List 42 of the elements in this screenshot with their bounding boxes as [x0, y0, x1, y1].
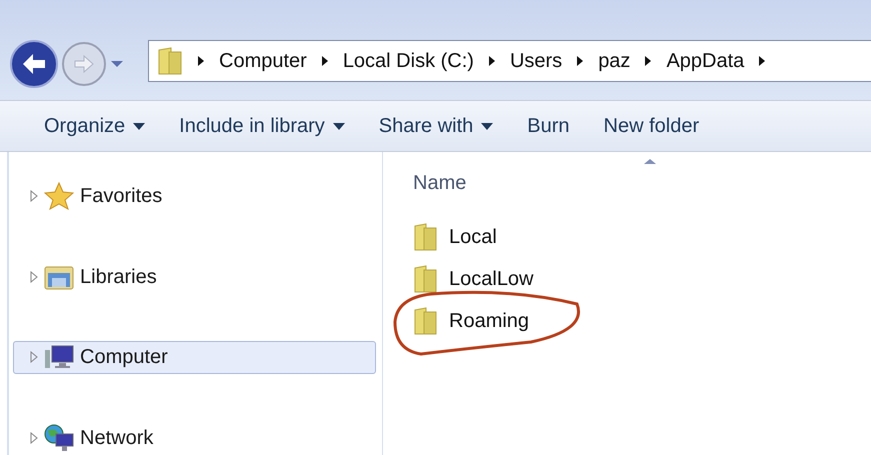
chevron-right-icon[interactable]	[197, 55, 205, 67]
sort-arrow-icon	[643, 158, 657, 165]
back-arrow-icon	[21, 53, 47, 75]
chevron-right-icon[interactable]	[644, 55, 652, 67]
expand-arrow-icon[interactable]	[30, 432, 38, 444]
dropdown-caret-icon[interactable]	[110, 60, 124, 68]
chevron-right-icon[interactable]	[320, 55, 329, 67]
folder-name[interactable]: Local	[449, 222, 497, 252]
expand-arrow-icon[interactable]	[30, 351, 38, 364]
back-button[interactable]	[10, 40, 58, 88]
breadcrumb-item[interactable]: paz	[598, 46, 630, 76]
network-icon	[44, 424, 74, 452]
forward-arrow-icon	[73, 55, 95, 73]
folder-icon	[413, 223, 439, 251]
chevron-right-icon[interactable]	[488, 55, 496, 67]
chevron-right-icon[interactable]	[576, 55, 584, 67]
computer-icon	[44, 344, 74, 370]
expand-arrow-icon[interactable]	[30, 270, 38, 283]
address-bar[interactable]: Computer Local Disk (C:) Users paz AppData	[148, 40, 871, 82]
toolbar-button[interactable]: Include in library	[179, 111, 345, 141]
navigation-item[interactable]: Computer	[13, 340, 376, 374]
breadcrumb-item[interactable]: AppData	[666, 46, 744, 76]
breadcrumb-item[interactable]: Computer	[219, 46, 307, 76]
toolbar-button[interactable]: Share with	[378, 111, 494, 141]
folder-icon	[413, 265, 439, 293]
toolbar-button[interactable]: Organize	[44, 111, 146, 141]
toolbar-button[interactable]: Burn	[527, 111, 570, 141]
star-icon	[44, 182, 74, 210]
folder-name[interactable]: LocalLow	[449, 264, 534, 294]
folder-icon	[157, 46, 183, 76]
folder-name[interactable]: Roaming	[449, 306, 530, 336]
chevron-right-icon[interactable]	[758, 55, 766, 67]
breadcrumb-item[interactable]: Local Disk (C:)	[342, 46, 474, 76]
navigation-item[interactable]: Network	[13, 421, 376, 455]
breadcrumb-item[interactable]: Users	[510, 46, 562, 76]
name-column-header[interactable]: Name	[413, 168, 466, 198]
library-folder-icon	[44, 264, 74, 290]
folder-icon	[413, 307, 439, 335]
expand-arrow-icon[interactable]	[30, 190, 38, 202]
navigation-item[interactable]: Libraries	[13, 260, 376, 294]
navigation-item[interactable]: Favorites	[13, 179, 376, 213]
toolbar-button[interactable]: New folder	[604, 111, 700, 141]
